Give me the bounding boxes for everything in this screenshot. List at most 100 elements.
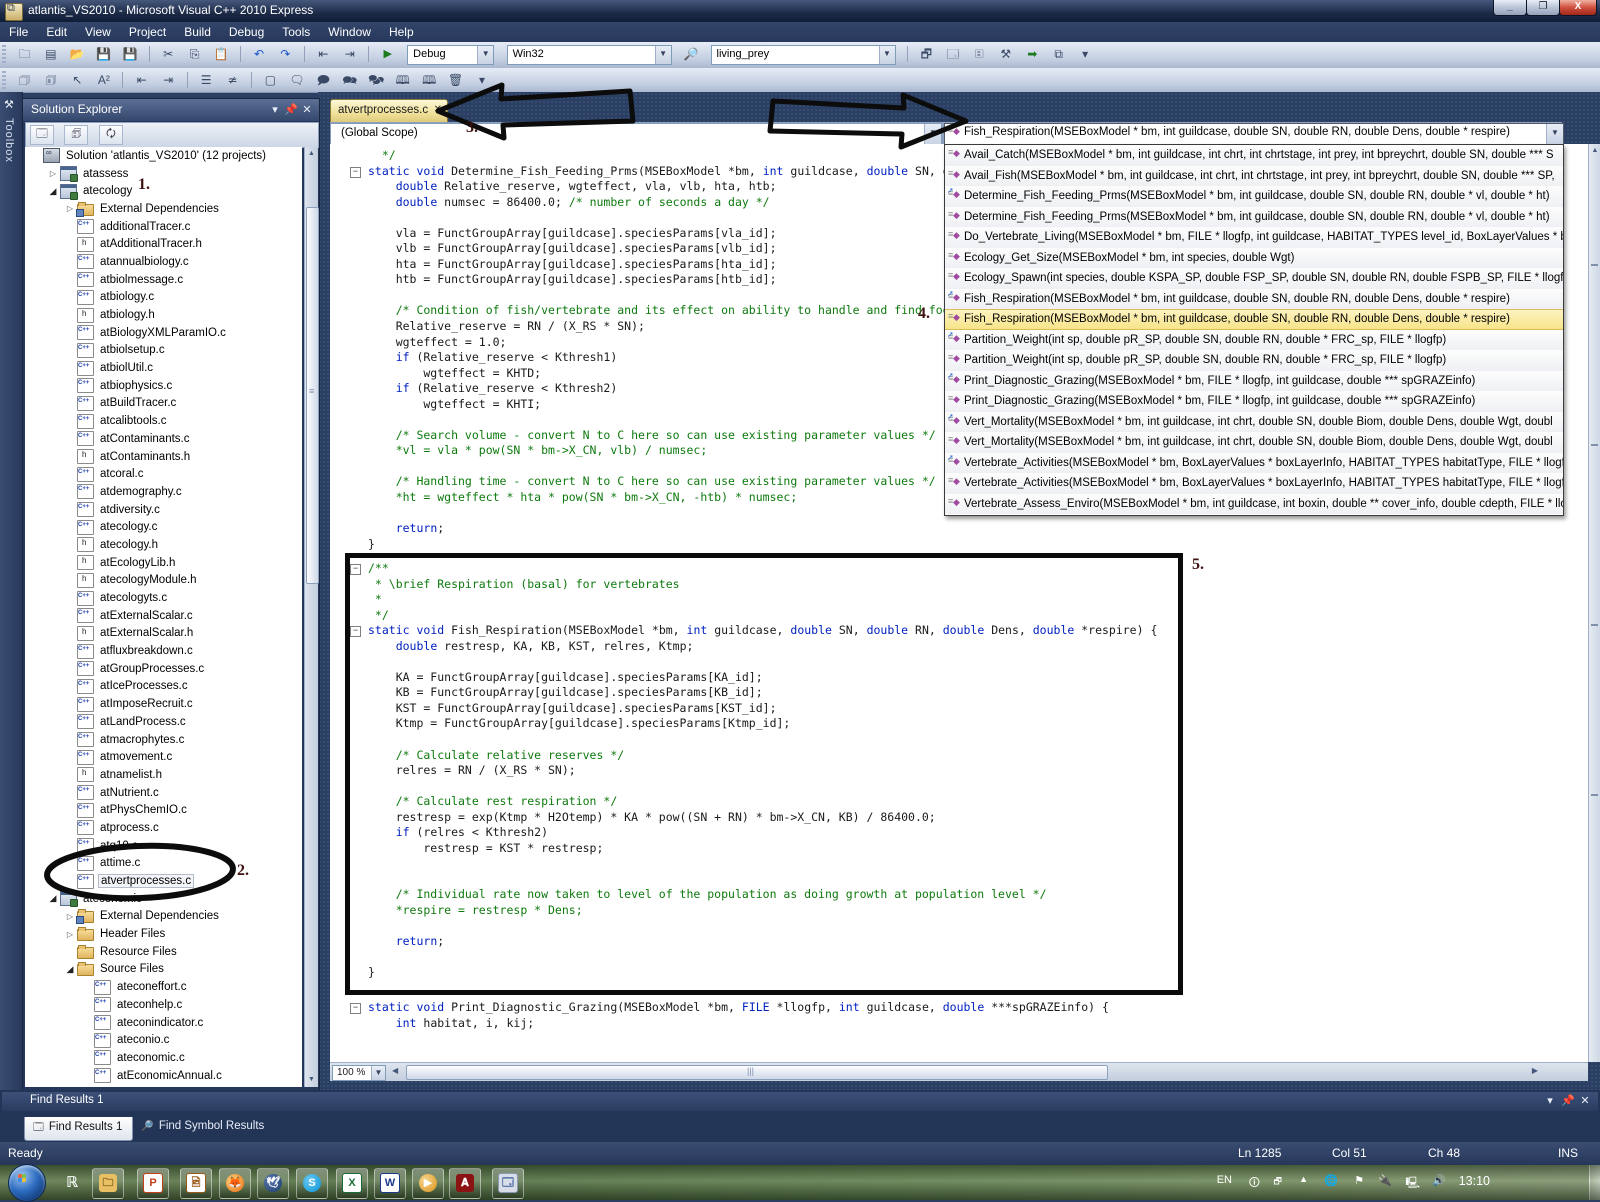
tree-item-header-files[interactable]: ▷Header Files [25,925,302,943]
tree-item-atexternalscalar-c[interactable]: atExternalScalar.c [25,607,302,625]
tree-item-ateconindicator-c[interactable]: ateconindicator.c [25,1014,302,1032]
scroll-up-icon[interactable]: ▲ [1589,144,1600,158]
start-button[interactable] [8,1164,46,1202]
toolbox-tab-label[interactable]: Toolbox [3,118,15,163]
tree-item-atannualbiology-c[interactable]: atannualbiology.c [25,253,302,271]
document-tab[interactable]: atvertprocesses.c ✕ [330,99,448,123]
tree-item-atecologymodule-h[interactable]: atecologyModule.h [25,572,302,590]
member-list-item[interactable]: Vertebrate_Activities(MSEBoxModel * bm, … [945,473,1563,494]
tree-item-atdemography-c[interactable]: atdemography.c [25,483,302,501]
minimize-button[interactable]: _ [1493,0,1527,16]
expander-icon[interactable]: ▷ [63,930,77,939]
scroll-up-icon[interactable]: ▲ [305,147,318,161]
h-scrollbar-thumb[interactable] [406,1065,1108,1080]
tree-item-atcoral-c[interactable]: atcoral.c [25,465,302,483]
member-combo[interactable]: ➚ Fish_Respiration(MSEBoxModel * bm, int… [944,123,1564,145]
find-in-files-icon[interactable]: 🔎 [681,45,701,63]
tree-item-ateconio-c[interactable]: ateconio.c [25,1031,302,1049]
taskbar-remote-desktop-icon[interactable]: 🗔 [492,1168,524,1199]
comment-icon[interactable]: ☰ [196,71,216,89]
show-desktop-button[interactable] [1589,1165,1600,1200]
tab-close-icon[interactable]: ✕ [434,104,442,115]
document-tab-label[interactable]: atvertprocesses.c [338,104,428,116]
new-project-icon[interactable]: 🗀 [14,45,34,63]
action-center-flag-icon[interactable]: ⚑ [1354,1174,1364,1187]
member-list-item[interactable]: ➚Fish_Respiration(MSEBoxModel * bm, int … [945,289,1563,310]
member-list-item[interactable]: Avail_Fish(MSEBoxModel * bm, int guildca… [945,166,1563,187]
bookmark-next-icon[interactable]: 🗩 [313,71,333,89]
tree-item-solution-atlantis-vs2010-12-projects-[interactable]: Solution 'atlantis_VS2010' (12 projects) [25,147,302,165]
toolbar-options-icon[interactable]: ▾ [1075,45,1095,63]
language-indicator[interactable]: EN [1217,1174,1232,1186]
restore-button[interactable]: ❐ [1526,0,1560,16]
bookmark-doc-prev-icon[interactable]: 🕮 [393,71,413,89]
member-list-icon[interactable]: 🗊 [41,71,61,89]
navigate-back-icon[interactable]: ⇤ [313,45,333,63]
update-tray-icon[interactable]: 🌐 [1324,1174,1338,1187]
expander-icon[interactable]: ▷ [63,912,77,921]
menu-window[interactable]: Window [319,22,380,39]
member-list-item[interactable]: Print_Diagnostic_Grazing(MSEBoxModel * b… [945,391,1563,412]
expander-icon[interactable]: ▷ [46,169,60,178]
tree-item-ateconomic-c[interactable]: ateconomic.c [25,1049,302,1067]
tree-item-attime-c[interactable]: attime.c [25,855,302,873]
tree-item-atcontaminants-h[interactable]: atContaminants.h [25,448,302,466]
auto-hide-pin-icon[interactable]: 📌 [1560,1094,1576,1107]
member-list-item[interactable]: ➚Partition_Weight(int sp, double pR_SP, … [945,330,1563,351]
expander-icon[interactable]: ◢ [46,893,60,904]
solution-config-combo[interactable]: Debug ▼ [407,45,494,65]
add-item-icon[interactable]: ▤ [41,45,61,63]
window-position-icon[interactable]: ▾ [267,103,283,116]
member-list-item[interactable]: ➚Print_Diagnostic_Grazing(MSEBoxModel * … [945,371,1563,392]
power-tray-icon[interactable]: 🔌 [1378,1174,1392,1187]
tree-item-ateconeffort-c[interactable]: ateconeffort.c [25,978,302,996]
copy-icon[interactable]: ⎘ [185,45,205,63]
fold-marker-icon[interactable]: − [350,626,361,637]
scroll-down-icon[interactable]: ▼ [305,1073,318,1087]
tree-item-atnutrient-c[interactable]: atNutrient.c [25,784,302,802]
menu-project[interactable]: Project [120,22,175,39]
increase-indent-icon[interactable]: ⇥ [158,71,178,89]
tree-item-atassess[interactable]: ▷atassess [25,165,302,183]
tree-item-additionaltracer-c[interactable]: additionalTracer.c [25,218,302,236]
taskbar-powerpoint-icon[interactable]: P [137,1168,169,1199]
volume-tray-icon[interactable]: 🔊 [1432,1174,1446,1187]
bookmark-folder-next-icon[interactable]: 🗫 [366,71,386,89]
tree-item-atq10-c[interactable]: atq10.c [25,837,302,855]
tree-item-atmovement-c[interactable]: atmovement.c [25,748,302,766]
tree-item-atimposerecruit-c[interactable]: atImposeRecruit.c [25,695,302,713]
taskbar-excel-icon[interactable]: X [336,1168,368,1199]
tree-item-atmacrophytes-c[interactable]: atmacrophytes.c [25,731,302,749]
member-list-item[interactable]: Partition_Weight(int sp, double pR_SP, d… [945,350,1563,371]
taskbar-skype-icon[interactable]: S [296,1168,328,1199]
member-list-item[interactable]: Vertebrate_Assess_Enviro(MSEBoxModel * b… [945,494,1563,515]
tree-item-atbiophysics-c[interactable]: atbiophysics.c [25,377,302,395]
tree-item-atphyschemio-c[interactable]: atPhysChemIO.c [25,801,302,819]
tree-item-atlandprocess-c[interactable]: atLandProcess.c [25,713,302,731]
taskbar-thunderbird-icon[interactable]: 🕊 [257,1168,289,1199]
paste-icon[interactable]: 📋 [211,45,231,63]
tree-item-atbiology-h[interactable]: atbiology.h [25,306,302,324]
scrollbar-thumb[interactable] [306,207,319,584]
find-combo[interactable]: living_prey ▼ [711,45,896,65]
tab-find-symbol-results[interactable]: 🔎Find Symbol Results [133,1117,274,1140]
member-list-item[interactable]: Ecology_Spawn(int species, double KSPA_S… [945,268,1563,289]
decrease-indent-icon[interactable]: ⇤ [132,71,152,89]
help-tray-icon[interactable]: 🛈 [1249,1174,1260,1193]
close-button[interactable]: X [1559,0,1597,16]
cut-icon[interactable]: ✂ [158,45,178,63]
tree-item-atexternalscalar-h[interactable]: atExternalScalar.h [25,625,302,643]
tree-item-atbiolmessage-c[interactable]: atbiolmessage.c [25,271,302,289]
menu-help[interactable]: Help [380,22,423,39]
tree-item-source-files[interactable]: ◢Source Files [25,961,302,979]
tree-item-atecology[interactable]: ◢atecology [25,182,302,200]
zoom-combo[interactable]: 100 % ▼ [332,1065,386,1081]
fold-marker-icon[interactable]: − [350,167,361,178]
bookmark-folder-prev-icon[interactable]: 🗪 [340,71,360,89]
menu-edit[interactable]: Edit [37,22,76,39]
scope-combo[interactable]: (Global Scope) ▼ [330,123,942,145]
tree-item-external-dependencies[interactable]: ▷External Dependencies [25,200,302,218]
tree-item-atvertprocesses-c[interactable]: atvertprocesses.c [25,872,302,890]
tree-item-ateconomic[interactable]: ◢ateconomic [25,890,302,908]
close-panel-icon[interactable]: ✕ [299,103,315,116]
